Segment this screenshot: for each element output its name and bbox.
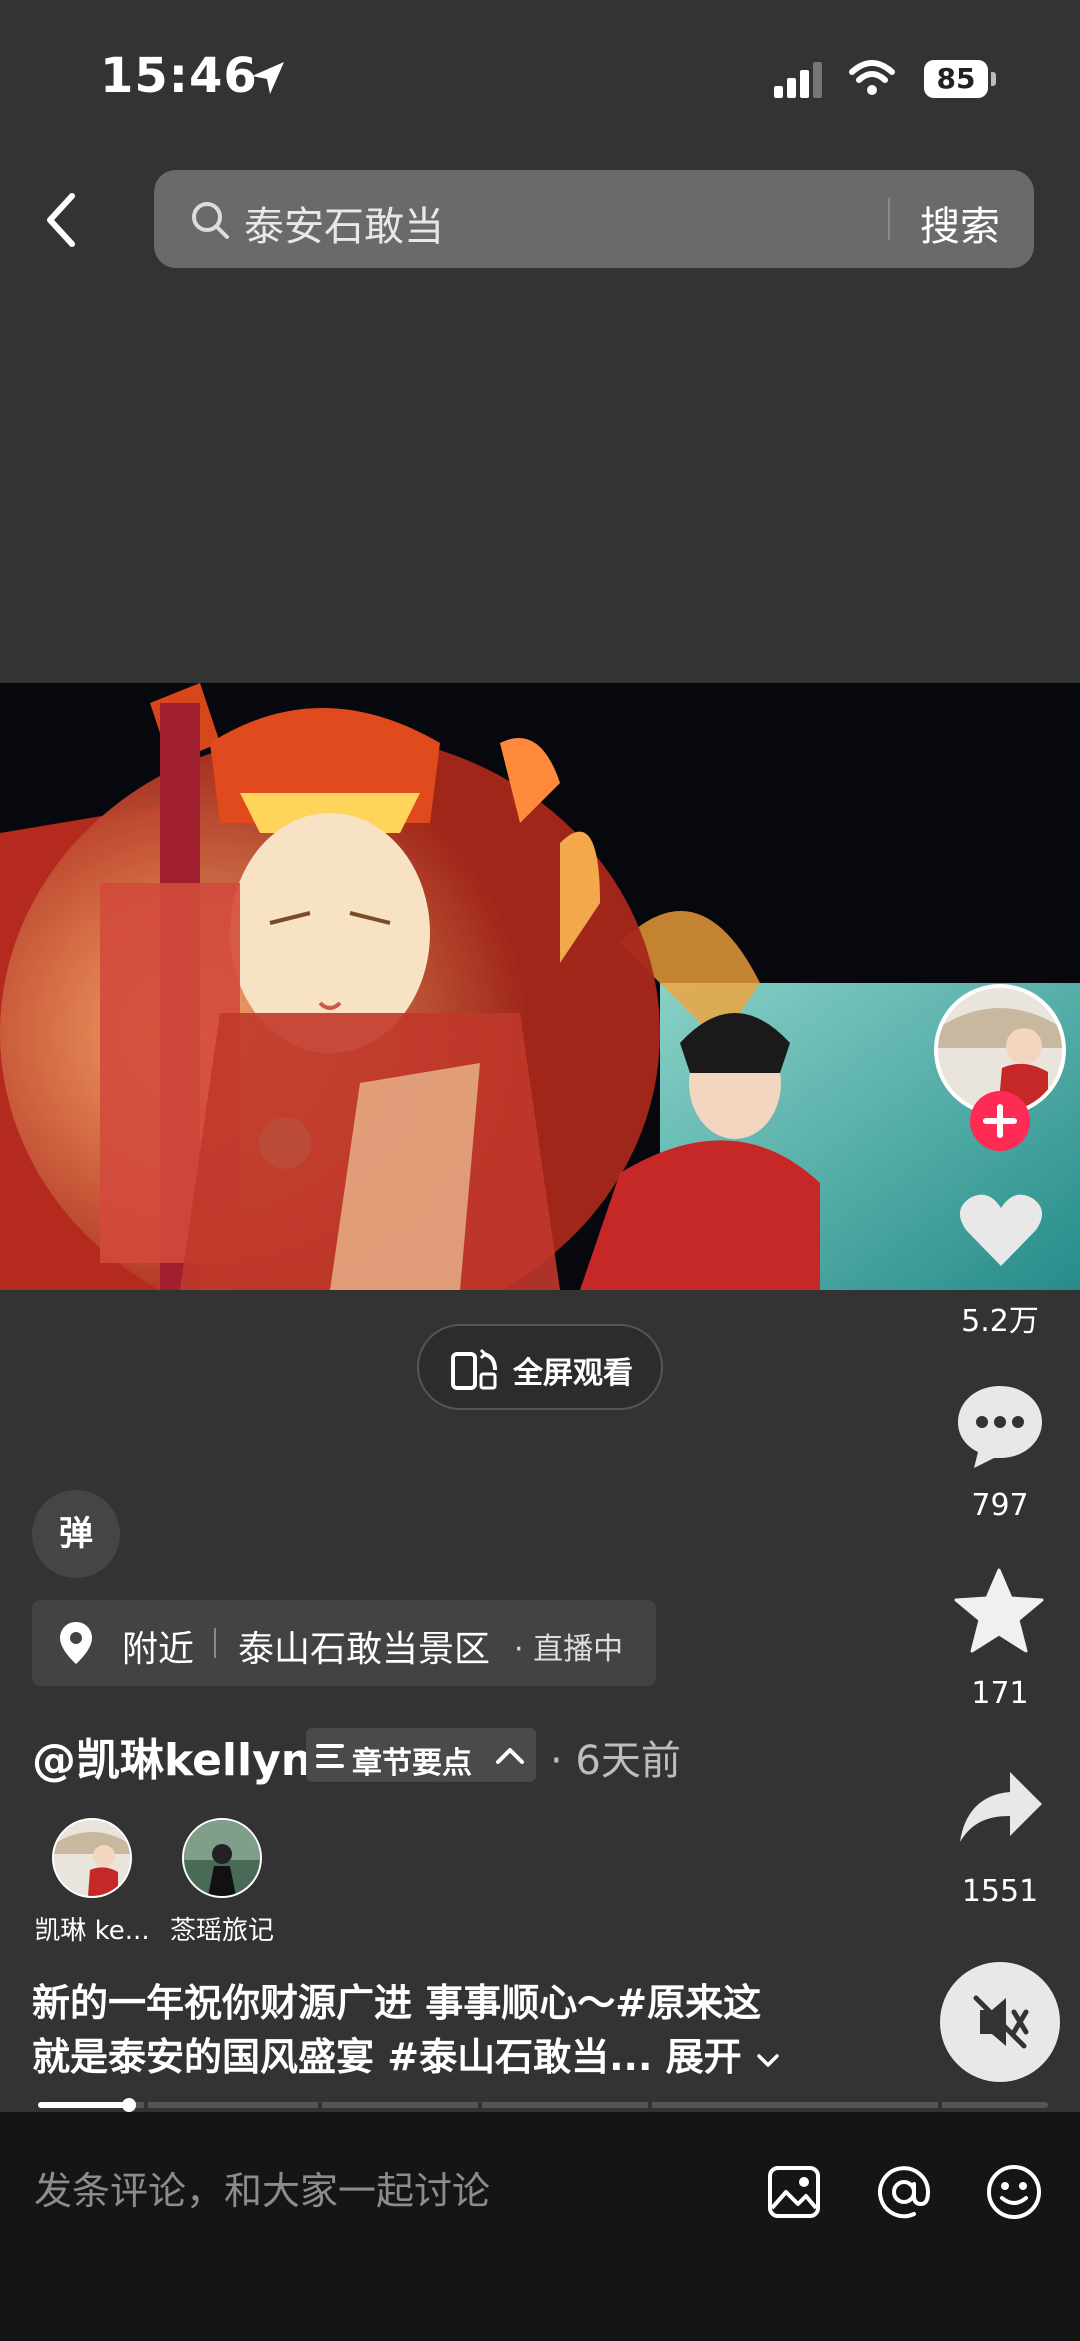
video-frame-image [0, 683, 1080, 1290]
speaker-muted-icon [973, 1995, 1029, 2049]
collaborator-avatar [182, 1818, 262, 1898]
location-pill[interactable]: 附近 泰山石敢当景区 · 直播中 [32, 1600, 656, 1686]
fullscreen-button[interactable]: 全屏观看 [417, 1324, 663, 1410]
signal-icon [774, 62, 822, 98]
author-name[interactable]: @凯琳kellyn [32, 1724, 312, 1788]
wifi-icon [849, 60, 895, 95]
avatar-image [184, 1820, 260, 1896]
collaborator[interactable]: 菍瑶旅记 [152, 1818, 292, 1948]
chapter-marker [938, 2102, 942, 2108]
image-icon[interactable] [766, 2164, 822, 2220]
chapters-button[interactable]: 章节要点 [306, 1728, 536, 1782]
danmaku-toggle[interactable]: 弹 [32, 1490, 120, 1578]
comment-count: 797 [971, 1488, 1029, 1523]
comment-bar: 发条评论，和大家一起讨论 [0, 2112, 1080, 2341]
expand-button[interactable]: 展开 [666, 2035, 781, 2079]
list-icon [316, 1744, 344, 1768]
back-icon[interactable] [40, 190, 84, 250]
comment-input[interactable]: 发条评论，和大家一起讨论 [34, 2160, 490, 2215]
chevron-down-icon [757, 2053, 779, 2067]
chapter-marker [318, 2102, 322, 2108]
video-progress-fill [38, 2102, 129, 2108]
chapters-label: 章节要点 [352, 1746, 472, 1781]
chapter-marker [144, 2102, 148, 2108]
video-progress-bar[interactable] [38, 2098, 1048, 2112]
follow-button[interactable] [970, 1091, 1030, 1151]
search-icon [192, 202, 229, 239]
plus-icon [983, 1104, 1017, 1138]
post-time: · 6天前 [550, 1738, 681, 1784]
fullscreen-label: 全屏观看 [513, 1356, 633, 1391]
mention-icon[interactable] [874, 2162, 934, 2222]
video-player[interactable] [0, 683, 1080, 1290]
post-description-line: 新的一年祝你财源广进 事事顺心～#原来这 [32, 1981, 762, 2025]
search-bar[interactable]: 泰安石敢当 搜索 [154, 170, 1034, 268]
collaborator-name: 菍瑶旅记 [169, 1916, 274, 1946]
collaborator[interactable]: 凯琳 ke... [22, 1818, 162, 1948]
post-description-line: 就是泰安的国风盛宴 #泰山石敢当... 展开 [32, 2026, 781, 2081]
share-arrow-icon[interactable] [958, 1770, 1044, 1844]
search-divider [888, 198, 890, 240]
chevron-up-icon [496, 1748, 524, 1764]
location-arrow-icon [252, 62, 284, 94]
favorite-star-icon[interactable] [954, 1568, 1044, 1654]
location-live-status: · 直播中 [514, 1632, 624, 1667]
status-time: 15:46 [100, 48, 258, 104]
collaborator-name: 凯琳 ke... [34, 1916, 150, 1946]
like-heart-icon[interactable] [956, 1190, 1046, 1270]
emoji-icon[interactable] [984, 2162, 1044, 2222]
favorite-count: 171 [971, 1676, 1029, 1711]
chapter-marker [478, 2102, 482, 2108]
post-description-text: 就是泰安的国风盛宴 #泰山石敢当... [32, 2035, 653, 2079]
comment-icon[interactable] [954, 1382, 1046, 1470]
search-button[interactable]: 搜索 [920, 194, 1000, 252]
expand-label: 展开 [665, 2035, 742, 2079]
battery-indicator: 85 [924, 60, 996, 98]
chapter-marker [648, 2102, 652, 2108]
location-divider [214, 1628, 216, 1658]
like-count: 5.2万 [961, 1304, 1039, 1339]
avatar-image [54, 1832, 130, 1896]
location-pin-icon [60, 1622, 92, 1664]
progress-knob[interactable] [121, 2098, 136, 2112]
location-place: 泰山石敢当景区 [238, 1629, 491, 1670]
collaborator-avatar [52, 1818, 132, 1898]
rotate-screen-icon [451, 1348, 497, 1390]
search-input[interactable]: 泰安石敢当 [244, 194, 444, 252]
share-count: 1551 [961, 1874, 1039, 1909]
mute-button[interactable] [940, 1962, 1060, 2082]
location-nearby: 附近 [122, 1629, 195, 1670]
